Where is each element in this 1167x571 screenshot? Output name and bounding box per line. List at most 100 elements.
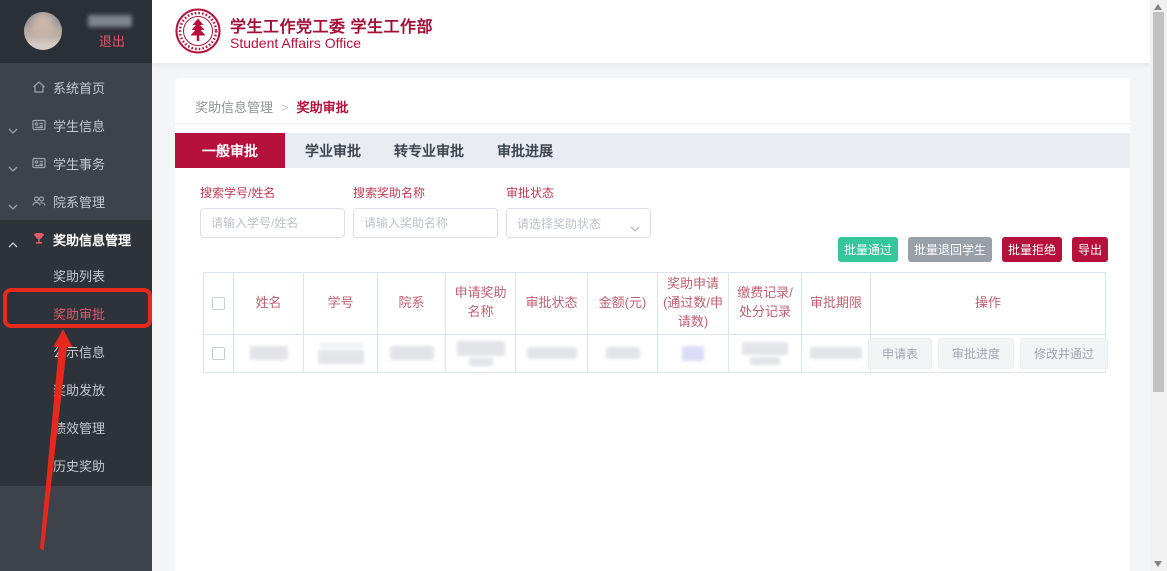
- university-seal-icon: [175, 8, 221, 54]
- home-icon: [31, 79, 47, 95]
- cell-payment-record-redacted: [729, 334, 802, 372]
- select-placeholder: 请选择奖助状态: [517, 215, 601, 232]
- sidebar-item-award-info-mgmt[interactable]: 奖助信息管理: [0, 220, 152, 258]
- bulk-approve-button[interactable]: 批量通过: [838, 237, 898, 262]
- scrollbar-thumb[interactable]: [1153, 12, 1164, 392]
- select-all-checkbox[interactable]: [212, 297, 225, 310]
- breadcrumb-parent[interactable]: 奖助信息管理: [195, 100, 273, 115]
- sidebar-item-label: 系统首页: [53, 78, 105, 97]
- sidebar-item-label: 院系管理: [53, 192, 105, 211]
- tab-approval-progress[interactable]: 审批进展: [477, 133, 573, 168]
- col-student-id: 学号: [304, 273, 378, 335]
- filter-label: 审批状态: [506, 184, 659, 201]
- filter-approval-status: 审批状态 请选择奖助状态: [506, 184, 659, 238]
- bulk-reject-button[interactable]: 批量拒绝: [1002, 237, 1062, 262]
- sidebar-subitem-award-list[interactable]: 奖助列表: [0, 258, 152, 296]
- sidebar-subitem-performance-mgmt[interactable]: 绩效管理: [0, 410, 152, 448]
- sidebar-item-student-affairs[interactable]: 学生事务: [0, 144, 152, 182]
- sidebar-subitem-award-approval[interactable]: 奖助审批: [0, 296, 152, 334]
- cell-approval-deadline-redacted: [802, 334, 871, 372]
- id-card-icon: [31, 155, 47, 171]
- student-search-input[interactable]: [200, 208, 345, 238]
- col-amount: 金额(元): [588, 273, 658, 335]
- sidebar-subitem-history-awards[interactable]: 历史奖助: [0, 448, 152, 486]
- sidebar-user-panel: 退出: [0, 0, 152, 63]
- tab-academic-approval[interactable]: 学业审批: [285, 133, 381, 168]
- cell-award-name-redacted: [446, 334, 516, 372]
- tab-bar: 一般审批 学业审批 转专业审批 审批进展: [175, 133, 1130, 168]
- breadcrumb-current: 奖助审批: [297, 100, 349, 115]
- filter-row: 搜索学号/姓名 搜索奖助名称 审批状态 请选择奖助状态: [200, 184, 659, 238]
- row-select-cell: [204, 334, 234, 372]
- sidebar-item-label: 奖助信息管理: [53, 230, 131, 249]
- sidebar-subitem-public-info[interactable]: 公示信息: [0, 334, 152, 372]
- chevron-down-icon: [8, 160, 18, 175]
- tab-major-transfer-approval[interactable]: 转专业审批: [381, 133, 477, 168]
- select-all-header: [204, 273, 234, 335]
- chevron-up-icon: [8, 236, 18, 251]
- sidebar-group-awards: 奖助信息管理 奖助列表 奖助审批 公示信息 奖助发放 绩效管理 历史奖助: [0, 220, 152, 486]
- divider: [175, 123, 1130, 124]
- row-checkbox[interactable]: [212, 347, 225, 360]
- sidebar-item-home[interactable]: 系统首页: [0, 68, 152, 106]
- chevron-down-icon: [630, 221, 640, 235]
- filter-label: 搜索学号/姓名: [200, 184, 353, 201]
- cell-approval-status-redacted: [516, 334, 588, 372]
- cell-application-count-redacted: [658, 334, 729, 372]
- sidebar-item-label: 学生信息: [53, 116, 105, 135]
- people-icon: [31, 193, 47, 209]
- avatar-image-redacted: [24, 12, 62, 50]
- table-header-row: 姓名 学号 院系 申请奖助名称 审批状态 金额(元) 奖助申请(通过数/申请数)…: [204, 273, 1106, 335]
- content-card: 奖助信息管理 > 奖助审批 一般审批 学业审批 转专业审批 审批进展 搜索学号/姓名…: [175, 78, 1130, 571]
- export-button[interactable]: 导出: [1072, 237, 1108, 262]
- col-actions: 操作: [871, 273, 1106, 335]
- avatar[interactable]: [24, 12, 62, 50]
- scrollbar-up-arrow-icon[interactable]: [1154, 4, 1162, 10]
- col-award-name: 申请奖助名称: [446, 273, 516, 335]
- cell-student-id-redacted: [304, 334, 378, 372]
- bulk-return-button[interactable]: 批量退回学生: [908, 237, 992, 262]
- filter-label: 搜索奖助名称: [353, 184, 506, 201]
- col-approval-status: 审批状态: [516, 273, 588, 335]
- sidebar-item-departments[interactable]: 院系管理: [0, 182, 152, 220]
- sidebar-menu: 系统首页 学生信息 学生事务: [0, 63, 152, 486]
- main-content: 奖助信息管理 > 奖助审批 一般审批 学业审批 转专业审批 审批进展 搜索学号/姓名…: [152, 63, 1150, 571]
- bulk-actions: 批量通过 批量退回学生 批量拒绝 导出: [838, 237, 1108, 262]
- tab-general-approval[interactable]: 一般审批: [175, 133, 285, 168]
- chevron-down-icon: [8, 122, 18, 137]
- col-department: 院系: [378, 273, 446, 335]
- col-application-count: 奖助申请(通过数/申请数): [658, 273, 729, 335]
- table-row: 申请表 审批进度 修改并通过: [204, 334, 1106, 372]
- modify-and-approve-button[interactable]: 修改并通过: [1020, 338, 1108, 369]
- chevron-down-icon: [8, 198, 18, 213]
- approval-progress-button[interactable]: 审批进度: [938, 338, 1014, 369]
- browser-scrollbar[interactable]: [1150, 0, 1167, 571]
- cell-department-redacted: [378, 334, 446, 372]
- sidebar-item-student-info[interactable]: 学生信息: [0, 106, 152, 144]
- application-form-button[interactable]: 申请表: [868, 338, 932, 369]
- user-name-redacted: [88, 15, 132, 27]
- sidebar-subitem-award-disbursement[interactable]: 奖助发放: [0, 372, 152, 410]
- col-payment-discipline-record: 缴费记录/处分记录: [729, 273, 802, 335]
- breadcrumb: 奖助信息管理 > 奖助审批: [195, 97, 349, 116]
- approval-table: 姓名 学号 院系 申请奖助名称 审批状态 金额(元) 奖助申请(通过数/申请数)…: [203, 272, 1106, 373]
- page-title: 学生工作党工委 学生工作部: [230, 13, 433, 37]
- col-approval-deadline: 审批期限: [802, 273, 871, 335]
- award-name-search-input[interactable]: [353, 208, 498, 238]
- approval-status-select[interactable]: 请选择奖助状态: [506, 208, 651, 238]
- cell-name-redacted: [234, 334, 304, 372]
- id-card-icon: [31, 117, 47, 133]
- cell-actions: 申请表 审批进度 修改并通过: [871, 334, 1106, 372]
- app-header: 学生工作党工委 学生工作部 Student Affairs Office: [152, 0, 1150, 63]
- col-name: 姓名: [234, 273, 304, 335]
- filter-award-name: 搜索奖助名称: [353, 184, 506, 238]
- trophy-icon: [31, 231, 47, 247]
- logout-button[interactable]: 退出: [99, 31, 125, 50]
- filter-student: 搜索学号/姓名: [200, 184, 353, 238]
- sidebar-item-label: 学生事务: [53, 154, 105, 173]
- page-subtitle: Student Affairs Office: [230, 35, 361, 51]
- scrollbar-down-arrow-icon[interactable]: [1154, 561, 1162, 567]
- breadcrumb-separator: >: [281, 100, 289, 115]
- sidebar: 退出 系统首页 学生信息 学生事务: [0, 0, 152, 571]
- cell-amount-redacted: [588, 334, 658, 372]
